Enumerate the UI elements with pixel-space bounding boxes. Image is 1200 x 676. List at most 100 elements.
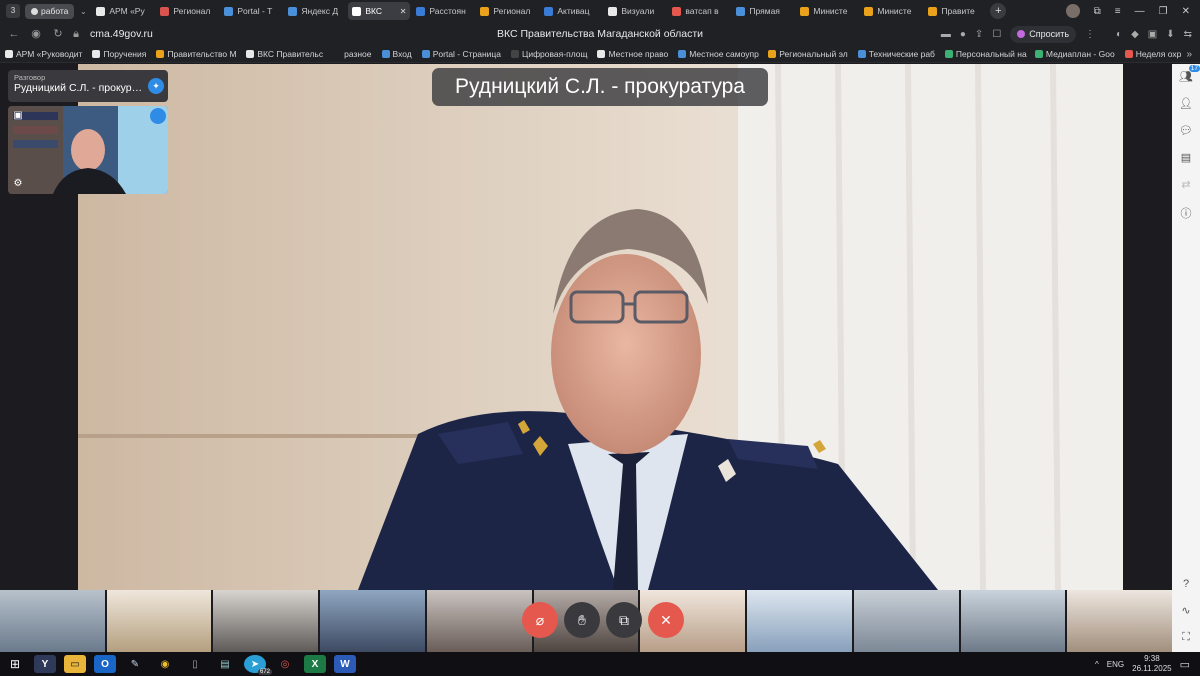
pin-icon[interactable]: ✦ <box>148 78 164 94</box>
tab-5[interactable]: Расстоян <box>412 2 474 20</box>
minimize-button[interactable]: — <box>1135 6 1145 17</box>
back-icon[interactable]: ← <box>6 26 22 42</box>
paint-icon[interactable]: ✎ <box>124 655 146 673</box>
tab-4[interactable]: ВКС ✕ <box>348 2 411 20</box>
mini-tile-header[interactable]: Разговор Рудницкий С.Л. - прокура... ✦ <box>8 70 168 102</box>
camera-icon[interactable]: ▬ <box>941 29 951 40</box>
participant-thumb[interactable] <box>213 590 319 652</box>
tab-12[interactable]: Министе <box>860 2 922 20</box>
tab-8[interactable]: Визуали <box>604 2 666 20</box>
tab-2[interactable]: Portal - Т <box>220 2 282 20</box>
sidebar-icon[interactable]: ▣ <box>1148 29 1157 40</box>
close-tab-icon[interactable]: ✕ <box>400 7 407 16</box>
translate-icon[interactable]: ⇆ <box>1184 29 1192 40</box>
reload-icon[interactable]: ↻ <box>50 26 66 42</box>
tab-1[interactable]: Регионал <box>156 2 218 20</box>
screen-share-button[interactable]: ⧉ <box>606 602 642 638</box>
tab-9[interactable]: ватсап в <box>668 2 730 20</box>
bookmark-item[interactable]: АРМ «Руководит <box>0 49 87 59</box>
notifications-icon[interactable]: ▭ <box>1180 658 1190 671</box>
chrome-icon[interactable]: ◉ <box>154 655 176 673</box>
usb-icon[interactable]: ▯ <box>184 655 206 673</box>
share-icon[interactable]: ⇪ <box>975 29 983 40</box>
windows-start-icon[interactable]: ⊞ <box>4 655 26 673</box>
profile-avatar[interactable] <box>1065 4 1080 18</box>
bookmarks-more-icon[interactable]: » <box>1186 46 1192 62</box>
fullscreen-icon[interactable]: ⛶ <box>1182 631 1190 644</box>
raise-hand-button[interactable]: ✋︎ <box>564 602 600 638</box>
help-icon[interactable]: ? <box>1183 578 1189 590</box>
participants-icon[interactable]: 👥︎ 17 <box>1179 65 1200 83</box>
bookmark-item[interactable]: ВКС Правительс <box>241 49 328 59</box>
participant-thumb[interactable] <box>747 590 852 652</box>
transfer-icon[interactable]: ⇄ <box>1181 178 1190 191</box>
participant-thumb[interactable] <box>1067 590 1173 652</box>
info-icon[interactable]: ⓘ <box>1181 205 1192 221</box>
workspace-badge[interactable]: 3 <box>6 4 20 18</box>
mic-muted-button[interactable]: ⌀ <box>522 602 558 638</box>
bookmark-item[interactable]: Медиаплан - Goo <box>1030 49 1120 59</box>
more-icon[interactable]: ⋮ <box>1085 29 1095 40</box>
bookmark-item[interactable]: Portal - Страница <box>417 49 506 59</box>
outlook-icon[interactable]: O <box>94 655 116 673</box>
participant-thumb[interactable] <box>960 590 1066 652</box>
bookmark-item[interactable]: Цифровая-площ <box>506 49 592 59</box>
file-explorer-icon[interactable]: ▭ <box>64 655 86 673</box>
bookmark-icon[interactable]: ☐ <box>992 29 1001 40</box>
add-user-icon[interactable]: 👤︎ <box>1179 97 1193 110</box>
language-indicator[interactable]: ENG <box>1107 660 1124 669</box>
hang-up-button[interactable]: ✕ <box>648 602 684 638</box>
vpn-icon[interactable]: ◆ <box>1131 29 1139 40</box>
chevron-up-icon[interactable]: ^ <box>1095 660 1099 669</box>
settings-icon[interactable]: ⚙ <box>10 176 26 192</box>
layout-icon[interactable]: ▤ <box>1181 151 1191 164</box>
tab-3[interactable]: Яндекс Д <box>284 2 346 20</box>
stats-icon[interactable]: ∿ <box>1181 604 1190 617</box>
url-field[interactable]: cma.49gov.ru <box>90 28 153 40</box>
bookmark-item[interactable]: Местное самоупр <box>673 49 763 59</box>
tab-11[interactable]: Министе <box>796 2 858 20</box>
lock-icon[interactable]: 🔒︎ <box>68 26 84 42</box>
tab-6[interactable]: Регионал <box>476 2 538 20</box>
shield-icon[interactable]: ◉ <box>28 26 44 42</box>
bookmark-item[interactable]: разное <box>328 49 376 59</box>
close-window-button[interactable]: ✕ <box>1182 6 1190 17</box>
telegram-icon[interactable]: ➤ 672 <box>244 655 272 675</box>
pin-self-icon[interactable] <box>150 108 166 124</box>
self-video-tile[interactable]: ▣ ⚙ <box>8 106 168 194</box>
clock[interactable]: 9:38 26.11.2025 <box>1132 654 1171 674</box>
notepad-icon[interactable]: ▤ <box>214 655 236 673</box>
bookmark-item[interactable]: Технические раб <box>853 49 940 59</box>
tab-overview-icon[interactable]: ⧉ <box>1094 6 1101 17</box>
new-tab-button[interactable]: + <box>990 3 1007 19</box>
sync-app-icon[interactable]: ◎ <box>274 655 296 673</box>
bookmark-item[interactable]: Региональный эл <box>763 49 852 59</box>
bookmark-item[interactable]: Поручения <box>87 49 151 59</box>
extension-icon[interactable]: ◐ <box>1116 29 1122 40</box>
word-icon[interactable]: W <box>334 655 356 673</box>
bookmark-item[interactable]: Правительство М <box>151 49 241 59</box>
participant-thumb[interactable] <box>0 590 105 652</box>
chevron-down-icon[interactable]: ⌄ <box>76 7 90 16</box>
bookmark-item[interactable]: Местное право <box>592 49 673 59</box>
ask-button[interactable]: Спросить <box>1010 25 1077 43</box>
bookmark-item[interactable]: Неделя охр <box>1120 49 1187 59</box>
yandex-browser-icon[interactable]: Y <box>34 655 56 673</box>
mic-icon[interactable]: ● <box>960 29 966 40</box>
restore-button[interactable]: ❐ <box>1159 6 1168 17</box>
tab-group-chip[interactable]: работа <box>25 3 75 19</box>
bookmark-item[interactable]: Персональный на <box>940 49 1030 59</box>
camera-off-icon[interactable]: ▣ <box>10 108 26 124</box>
participant-thumb[interactable] <box>853 590 959 652</box>
downloads-icon[interactable]: ⬇ <box>1166 29 1174 40</box>
participant-thumb[interactable] <box>106 590 212 652</box>
menu-icon[interactable]: ≡ <box>1115 6 1121 17</box>
chat-icon[interactable]: 💬︎ <box>1179 124 1193 137</box>
tab-0[interactable]: АРМ «Ру <box>92 2 154 20</box>
tab-10[interactable]: Прямая <box>732 2 794 20</box>
bookmark-item[interactable]: Вход <box>377 49 417 59</box>
tab-13[interactable]: Правите <box>924 2 986 20</box>
tab-7[interactable]: Активац <box>540 2 602 20</box>
participant-thumb[interactable] <box>426 590 532 652</box>
participant-thumb[interactable] <box>320 590 425 652</box>
